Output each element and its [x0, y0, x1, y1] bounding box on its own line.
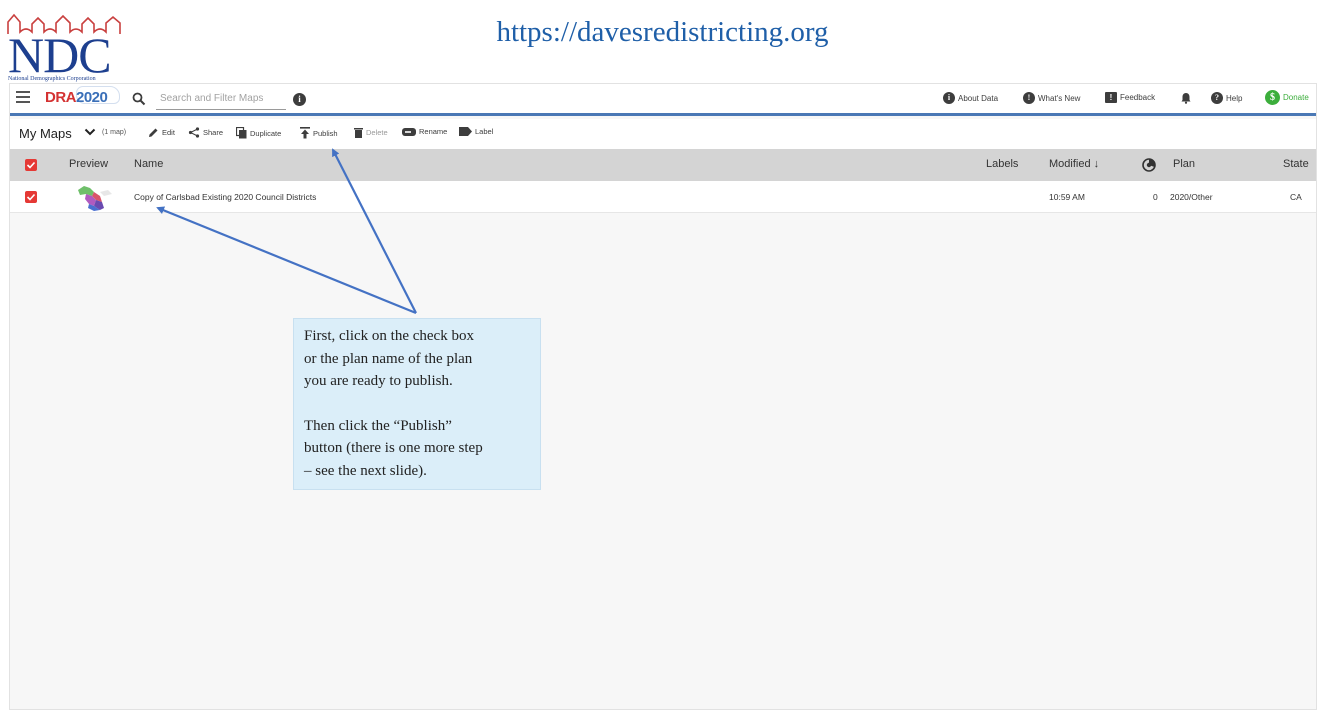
callout-line: you are ready to publish. [304, 373, 453, 389]
arrow-to-publish [332, 148, 417, 314]
presentation-slide: NDC National Demographics Corporation ht… [0, 0, 1325, 710]
instruction-callout: First, click on the check box or the pla… [293, 318, 541, 490]
annotation-arrows [156, 148, 417, 315]
callout-paragraph-1: First, click on the check box or the pla… [304, 325, 530, 393]
callout-line: – see the next slide). [304, 462, 427, 479]
callout-line: Then click the “Publish” [304, 417, 452, 434]
callout-line: button (there is one more step [304, 440, 483, 456]
callout-line: First, click on the check box [304, 328, 474, 344]
callout-line: or the plan name of the plan [304, 350, 473, 367]
arrow-to-checkbox [156, 206, 417, 315]
callout-paragraph-2: Then click the “Publish” button (there i… [304, 415, 530, 483]
